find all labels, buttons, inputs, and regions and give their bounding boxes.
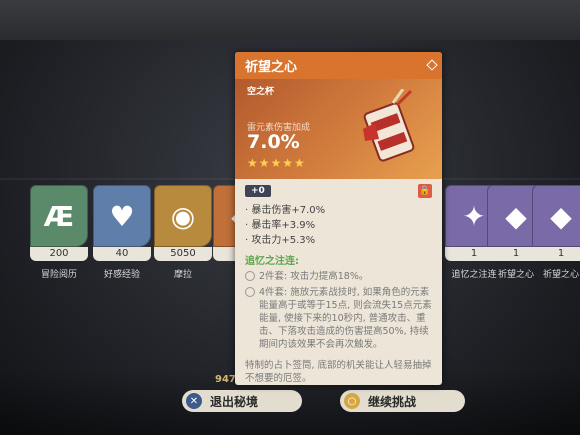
reward-name: 冒险阅历 [40,270,77,280]
main-stat-value: 7.0% [247,131,300,153]
inactive-bonus-icon [245,287,255,297]
friendship-exp-icon: ♥ [93,185,151,247]
reward-item[interactable]: ◆ 1 祈望之心 [532,185,580,280]
footer-number: 947 [215,374,236,385]
cancel-icon: ✕ [186,393,202,409]
exit-domain-button[interactable]: ✕ 退出秘境 [182,390,302,412]
continue-challenge-button[interactable]: ○ 继续挑战 [340,390,465,412]
level-badge: +0 [245,185,271,197]
reward-count: 40 [93,247,151,261]
continue-label: 继续挑战 [368,394,417,409]
reward-count: 200 [30,247,88,261]
set-name: 追忆之注连: [245,256,299,267]
reward-item[interactable]: Æ 200 冒险阅历 [30,185,88,280]
tooltip-header: 空之杯 雷元素伤害加成 7.0% ★★★★★ [235,79,442,179]
artifact-icon: ◆ [532,185,580,247]
monitor-bezel [0,0,580,40]
substat-item: · 暴击率+3.9% [245,220,316,231]
set-bonus-2: 2件套: 攻击力提高18%。 [245,270,432,283]
substat-list: · 暴击伤害+7.0% · 暴击率+3.9% · 攻击力+5.3% [245,203,432,248]
artifact-type: 空之杯 [247,87,275,97]
set-bonus-4: 4件套: 施放元素战技时, 如果角色的元素能量高于或等于15点, 则会流失15点… [245,286,432,351]
artifact-tooltip: 祈望之心 空之杯 雷元素伤害加成 7.0% ★★★★★ +0 🔒 · 暴击伤害+… [235,52,442,385]
confirm-icon: ○ [344,393,360,409]
rarity-stars: ★★★★★ [247,156,306,170]
substat-item: · 攻击力+5.3% [245,235,316,246]
reward-item[interactable]: ◉ 5050 摩拉 [154,185,212,280]
inactive-bonus-icon [245,271,255,281]
reward-name: 祈望之心 [542,270,579,280]
reward-count: 1 [532,247,580,261]
exit-label: 退出秘境 [210,394,259,409]
reward-count: 5050 [154,247,212,261]
set-bonus-2-text: 2件套: 攻击力提高18%。 [259,271,369,282]
tooltip-title-bar: 祈望之心 [235,52,442,79]
mora-icon: ◉ [154,185,212,247]
lock-icon[interactable]: 🔒 [418,184,432,198]
diamond-icon [426,59,438,71]
artifact-title: 祈望之心 [245,60,298,75]
adventure-exp-icon: Æ [30,185,88,247]
artifact-goblet-icon [363,89,415,162]
reward-name: 好感经验 [103,270,140,280]
substat-item: · 暴击伤害+7.0% [245,205,326,216]
reward-item[interactable]: ♥ 40 好感经验 [93,185,151,280]
artifact-description: 特制的占卜签筒, 底部的机关能让人轻易抽掉不想要的厄签。 [245,360,432,384]
tooltip-body: +0 🔒 · 暴击伤害+7.0% · 暴击率+3.9% · 攻击力+5.3% 追… [235,179,442,385]
set-bonus-4-text: 4件套: 施放元素战技时, 如果角色的元素能量高于或等于15点, 则会流失15点… [259,287,432,350]
